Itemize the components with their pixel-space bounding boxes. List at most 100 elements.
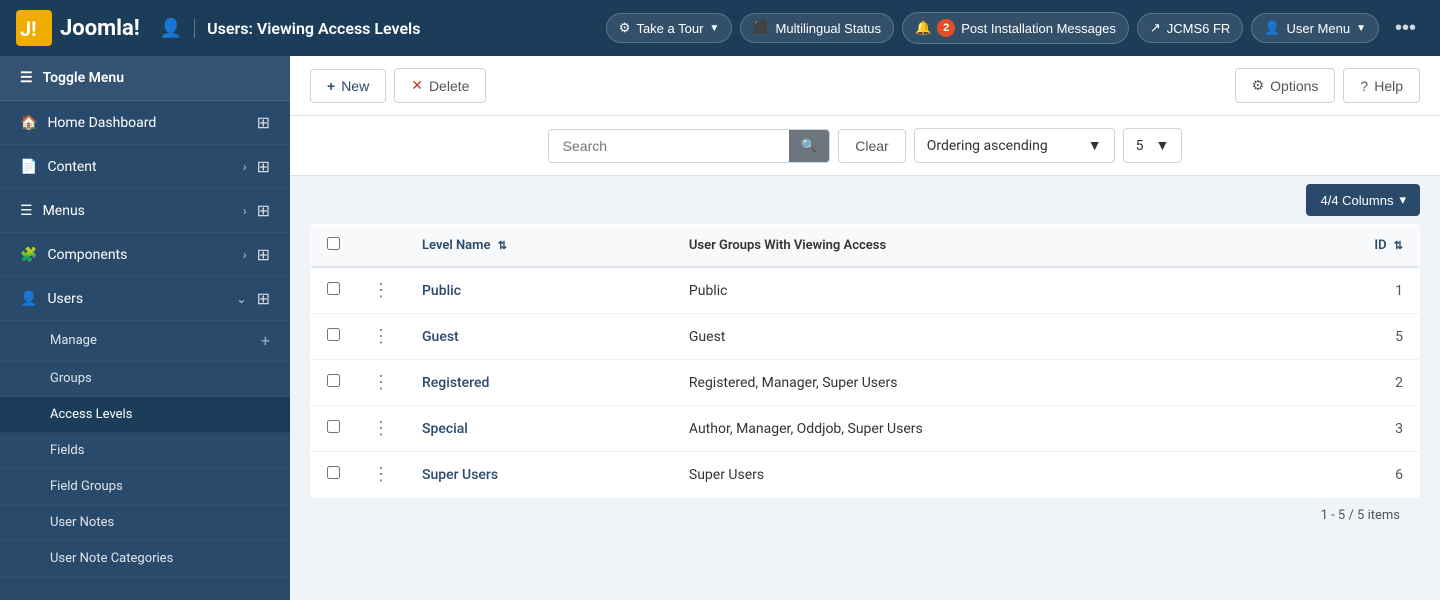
level-sort-icon: ⇅	[498, 239, 507, 252]
sidebar-item-users[interactable]: 👤 Users ⌄ ⊞	[0, 277, 290, 321]
clear-button[interactable]: Clear	[838, 129, 905, 163]
sidebar-sub-manage[interactable]: Manage +	[0, 321, 290, 361]
new-button[interactable]: + New	[310, 69, 386, 103]
plus-icon: +	[327, 78, 335, 94]
delete-button[interactable]: ✕ Delete	[394, 68, 486, 103]
sidebar-sub-user-notes[interactable]: User Notes	[0, 505, 290, 541]
row-checkbox[interactable]	[327, 328, 340, 341]
sidebar-item-home[interactable]: 🏠 Home Dashboard ⊞	[0, 101, 290, 145]
per-page-dropdown[interactable]: 5 ▼	[1123, 128, 1183, 163]
user-menu-button[interactable]: 👤 User Menu ▼	[1251, 13, 1379, 43]
table-row: ⋮ Special Author, Manager, Oddjob, Super…	[311, 406, 1420, 452]
access-levels-table: Level Name ⇅ User Groups With Viewing Ac…	[310, 224, 1420, 498]
multilingual-button[interactable]: ⬛ Multilingual Status	[740, 13, 894, 43]
row-checkbox-cell	[311, 267, 357, 314]
components-icon: 🧩	[20, 247, 37, 263]
table-row: ⋮ Public Public 1	[311, 267, 1420, 314]
tour-icon: ⚙	[619, 20, 631, 36]
row-name-link[interactable]: Special	[422, 421, 468, 437]
row-checkbox-cell	[311, 452, 357, 498]
row-checkbox[interactable]	[327, 374, 340, 387]
content-icon: 📄	[20, 159, 37, 175]
row-name-link[interactable]: Super Users	[422, 467, 498, 483]
search-input[interactable]	[549, 130, 789, 162]
row-checkbox[interactable]	[327, 420, 340, 433]
row-id-cell: 1	[1280, 267, 1420, 314]
sidebar-item-menus[interactable]: ☰ Menus › ⊞	[0, 189, 290, 233]
sidebar-sub-field-groups[interactable]: Field Groups	[0, 469, 290, 505]
row-actions-button[interactable]: ⋮	[372, 372, 390, 393]
row-id-cell: 5	[1280, 314, 1420, 360]
row-name-cell: Guest	[406, 314, 673, 360]
sidebar-sub-user-note-categories[interactable]: User Note Categories	[0, 541, 290, 577]
row-id-cell: 6	[1280, 452, 1420, 498]
sidebar-item-content[interactable]: 📄 Content › ⊞	[0, 145, 290, 189]
joomla-logo-icon: J!	[16, 10, 52, 46]
table-row: ⋮ Registered Registered, Manager, Super …	[311, 360, 1420, 406]
row-name-cell: Super Users	[406, 452, 673, 498]
options-button[interactable]: ⚙ Options	[1235, 68, 1336, 103]
users-grid-icon: ⊞	[257, 289, 270, 308]
notification-badge: 2	[937, 19, 955, 37]
select-all-checkbox[interactable]	[327, 237, 340, 250]
search-submit-button[interactable]: 🔍	[789, 130, 830, 162]
manage-plus-icon: +	[261, 331, 270, 350]
sidebar-sub-fields[interactable]: Fields	[0, 433, 290, 469]
take-tour-button[interactable]: ⚙ Take a Tour ▼	[606, 13, 733, 43]
toolbar: + New ✕ Delete ⚙ Options ? Help	[290, 56, 1440, 116]
row-name-link[interactable]: Registered	[422, 375, 489, 391]
row-name-cell: Registered	[406, 360, 673, 406]
jcms-button[interactable]: ↗ JCMS6 FR	[1137, 13, 1243, 43]
home-icon: 🏠	[20, 115, 37, 131]
pagination: 1 - 5 / 5 items	[310, 498, 1420, 533]
table-row: ⋮ Super Users Super Users 6	[311, 452, 1420, 498]
table-wrap: 4/4 Columns ▾ Level Name ⇅	[290, 176, 1440, 553]
users-icon: 👤	[20, 291, 37, 307]
row-groups-cell: Public	[673, 267, 1280, 314]
sidebar-item-components[interactable]: 🧩 Components › ⊞	[0, 233, 290, 277]
tour-chevron-icon: ▼	[709, 23, 719, 34]
row-actions-button[interactable]: ⋮	[372, 280, 390, 301]
header-level-name[interactable]: Level Name ⇅	[406, 225, 673, 268]
row-actions-cell: ⋮	[356, 314, 406, 360]
topbar: J! Joomla! 👤 Users: Viewing Access Level…	[0, 0, 1440, 56]
header-id[interactable]: ID ⇅	[1280, 225, 1420, 268]
row-groups-cell: Super Users	[673, 452, 1280, 498]
row-actions-button[interactable]: ⋮	[372, 326, 390, 347]
row-checkbox[interactable]	[327, 466, 340, 479]
hamburger-icon: ☰	[20, 70, 33, 86]
columns-button[interactable]: 4/4 Columns ▾	[1306, 184, 1420, 216]
row-actions-button[interactable]: ⋮	[372, 418, 390, 439]
row-actions-cell: ⋮	[356, 452, 406, 498]
sidebar-sub-access-levels[interactable]: Access Levels	[0, 397, 290, 433]
row-groups-cell: Guest	[673, 314, 1280, 360]
content-grid-icon: ⊞	[257, 157, 270, 176]
row-checkbox-cell	[311, 314, 357, 360]
id-sort-icon: ⇅	[1394, 239, 1403, 252]
row-checkbox[interactable]	[327, 282, 340, 295]
sidebar-sub-groups[interactable]: Groups	[0, 361, 290, 397]
help-button[interactable]: ? Help	[1343, 68, 1420, 103]
row-actions-button[interactable]: ⋮	[372, 464, 390, 485]
row-name-link[interactable]: Public	[422, 283, 461, 299]
table-row: ⋮ Guest Guest 5	[311, 314, 1420, 360]
content-arrow-icon: ›	[243, 160, 247, 174]
components-grid-icon: ⊞	[257, 245, 270, 264]
menus-icon: ☰	[20, 203, 33, 219]
search-input-wrap: 🔍	[548, 129, 831, 163]
header-sort-col	[356, 225, 406, 268]
user-icon: 👤	[1264, 20, 1280, 36]
row-checkbox-cell	[311, 406, 357, 452]
post-install-button[interactable]: 🔔 2 Post Installation Messages	[902, 12, 1129, 44]
row-id-cell: 3	[1280, 406, 1420, 452]
content-area: + New ✕ Delete ⚙ Options ? Help	[290, 56, 1440, 600]
page-title: Users: Viewing Access Levels	[194, 19, 420, 38]
row-name-link[interactable]: Guest	[422, 329, 459, 345]
home-grid-icon: ⊞	[257, 113, 270, 132]
page-title-icon: 👤	[160, 18, 182, 39]
toggle-menu-button[interactable]: ☰ Toggle Menu	[0, 56, 290, 101]
ordering-dropdown[interactable]: Ordering ascending ▼	[914, 128, 1115, 163]
ordering-chevron-icon: ▼	[1088, 137, 1102, 154]
more-options-button[interactable]: •••	[1387, 13, 1424, 44]
logo[interactable]: J! Joomla!	[16, 10, 140, 46]
